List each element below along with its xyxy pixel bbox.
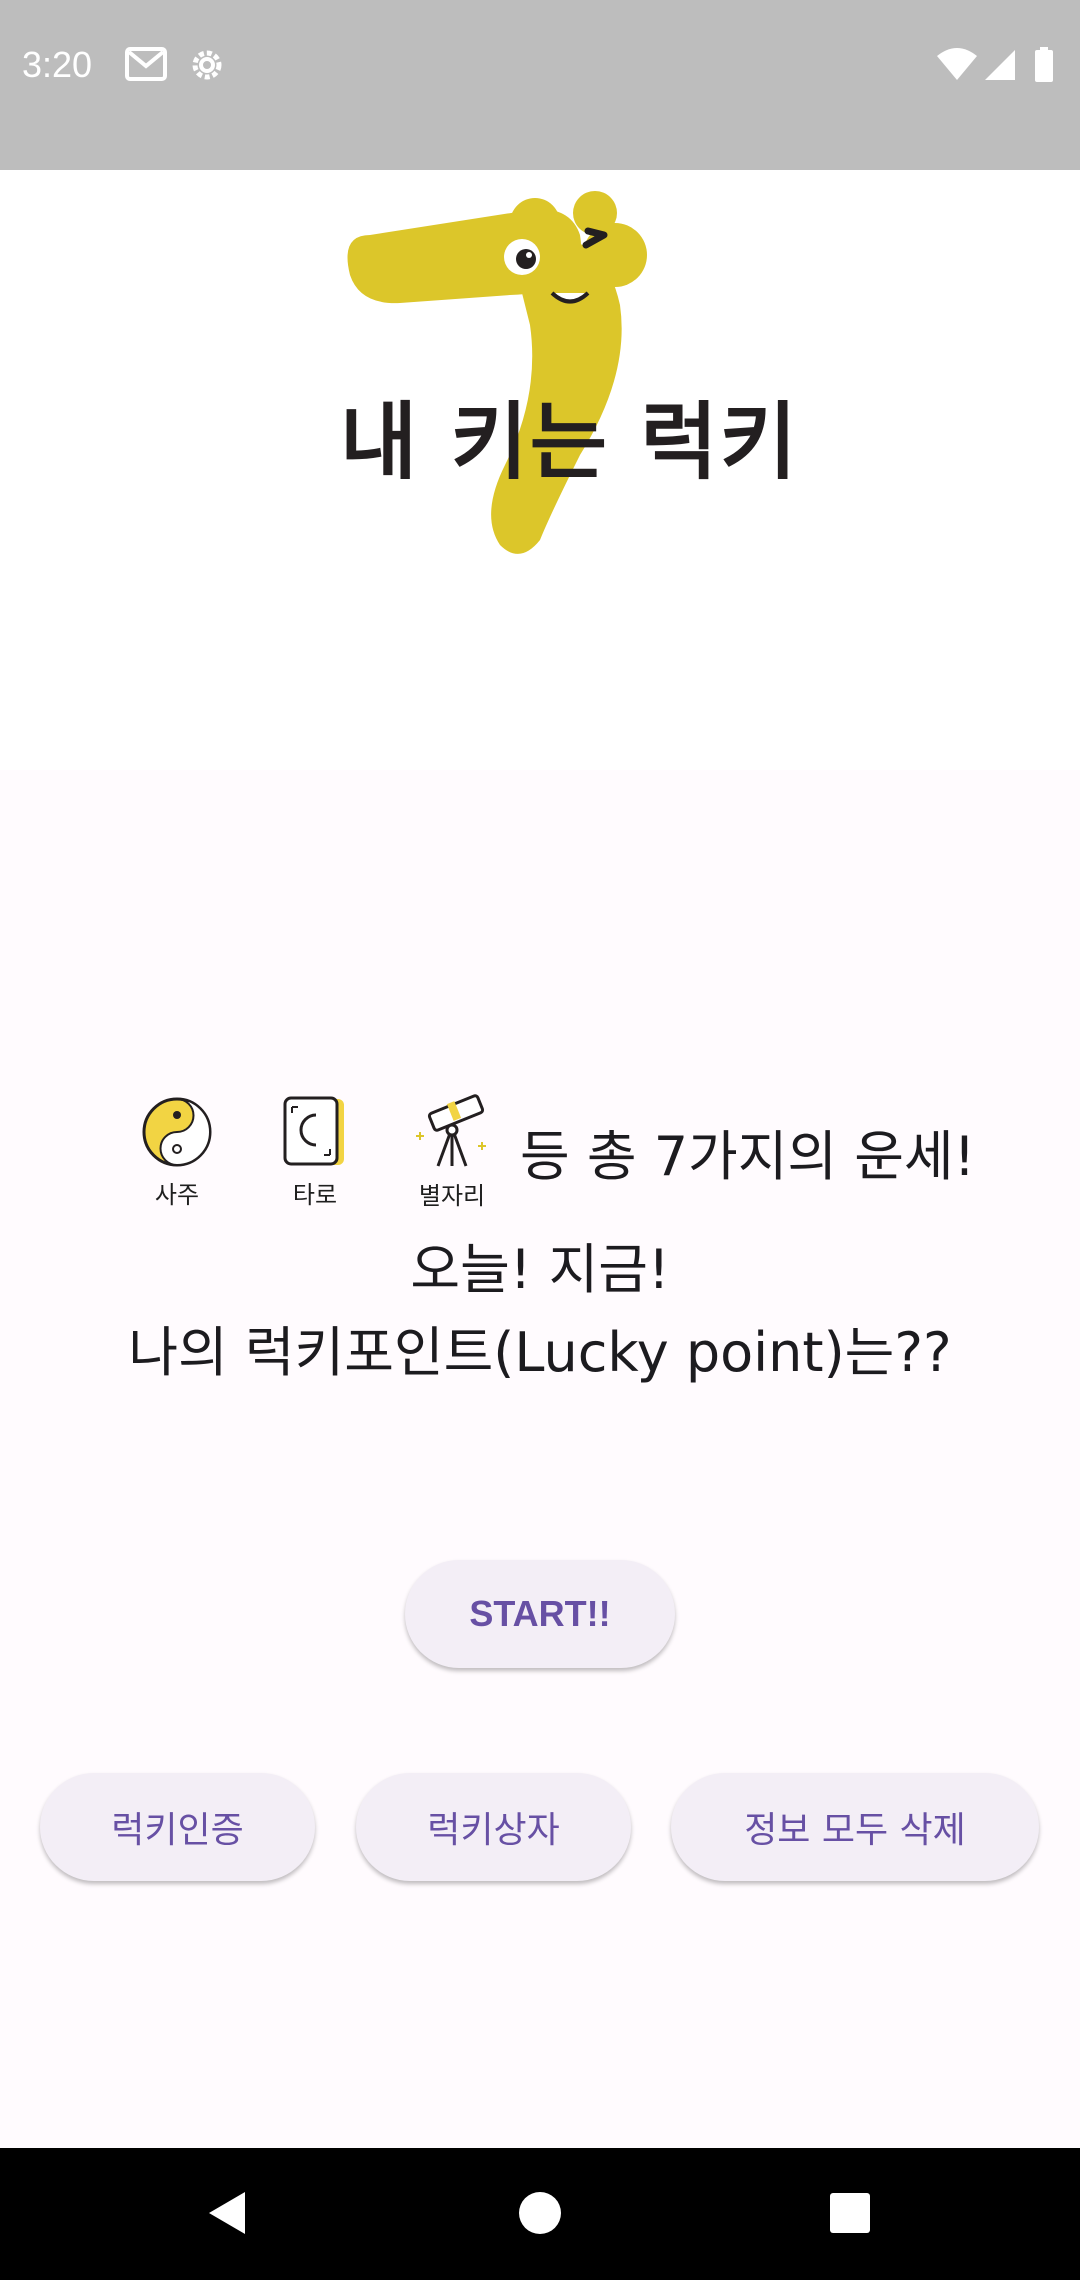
signal-icon <box>985 50 1015 80</box>
headline-line3: 나의 럭키포인트(Lucky point)는?? <box>128 1321 952 1384</box>
yin-yang-icon <box>142 1097 212 1167</box>
lucky-verify-button[interactable]: 럭키인증 <box>40 1773 315 1881</box>
fortune-saju: 사주 <box>122 1095 232 1210</box>
lucky-box-button[interactable]: 럭키상자 <box>356 1773 631 1881</box>
nav-bar <box>0 2148 1080 2280</box>
telescope-icon <box>416 1094 486 1167</box>
tarot-card-icon <box>283 1096 344 1166</box>
start-button[interactable]: START!! <box>405 1560 675 1668</box>
home-icon[interactable] <box>518 2188 562 2242</box>
battery-icon <box>1035 50 1053 82</box>
gmail-icon <box>125 46 167 86</box>
settings-icon <box>188 46 226 88</box>
status-icons <box>935 46 1060 90</box>
fortune-label-constellation: 별자리 <box>418 1182 486 1210</box>
status-bar: 3:20 <box>0 0 1080 170</box>
fortune-tarot: 타로 <box>260 1095 370 1210</box>
logo-text: 내 키는 럭키 <box>340 393 799 491</box>
delete-all-button[interactable]: 정보 모두 삭제 <box>671 1773 1039 1881</box>
fortune-constellation: 별자리 <box>397 1092 507 1211</box>
logo-seven-mascot-icon <box>347 191 647 554</box>
back-icon[interactable] <box>205 2188 249 2242</box>
headline-line1: 등 총 7가지의 운세! <box>520 1125 976 1188</box>
headline-line2: 오늘! 지금! <box>410 1238 670 1301</box>
wifi-icon <box>937 48 977 80</box>
fortune-label-saju: 사주 <box>154 1181 200 1209</box>
fortune-label-tarot: 타로 <box>292 1181 338 1209</box>
status-time: 3:20 <box>22 44 93 85</box>
recents-icon[interactable] <box>828 2188 872 2242</box>
